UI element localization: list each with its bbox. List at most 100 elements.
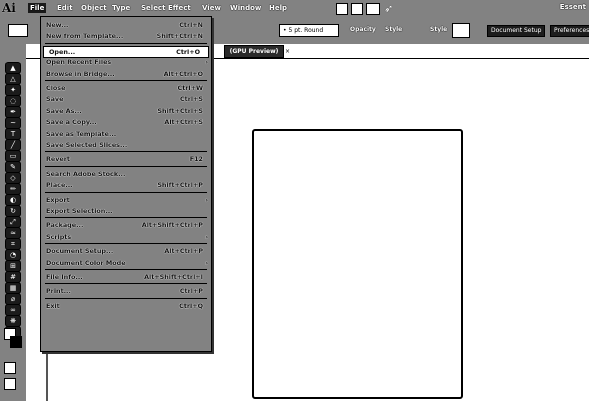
file-menu-item-open[interactable]: Open... Ctrl+O: [43, 45, 209, 58]
opacity-label[interactable]: Opacity: [350, 25, 376, 35]
menu-separator: [45, 297, 207, 299]
menu-separator: [45, 191, 207, 193]
menu-item-shortcut: Alt+Ctrl+O: [163, 69, 203, 78]
stroke-swatch[interactable]: [10, 336, 22, 348]
file-menu-item-file-info[interactable]: File Info... Alt+Shift+Ctrl+I: [41, 272, 211, 282]
menu-item-shortcut: Ctrl+O: [176, 47, 200, 56]
file-menu-item-scripts[interactable]: Scripts ›: [41, 232, 211, 242]
menu-item-shortcut: Alt+Ctrl+P: [164, 247, 203, 256]
file-menu-item-export-selection[interactable]: Export Selection...: [41, 206, 211, 216]
menu-item-label: Document Color Mode: [46, 258, 126, 267]
bridge-icon[interactable]: [336, 3, 348, 15]
menu-item-shortcut: Alt+Shift+Ctrl+I: [144, 273, 203, 281]
file-menu-item-save-selected-slices[interactable]: Save Selected Slices...: [41, 140, 211, 150]
menu-item-shortcut: Ctrl+S: [179, 95, 203, 104]
menu-effect[interactable]: Effect: [166, 3, 193, 13]
menu-item-label: Close: [46, 84, 66, 92]
selection-indicator[interactable]: [8, 24, 28, 37]
submenu-arrow-icon: ›: [205, 232, 208, 241]
menu-item-label: File Info...: [46, 273, 83, 281]
menu-item-label: Print...: [46, 287, 71, 296]
file-menu-item-browse-in-bridge[interactable]: Browse in Bridge... Alt+Ctrl+O: [41, 69, 211, 79]
menu-item-shortcut: Shift+Ctrl+N: [156, 32, 203, 41]
drawing-mode-icon[interactable]: [4, 362, 16, 374]
artboard[interactable]: [252, 129, 463, 399]
recolor-artwork-button[interactable]: [452, 23, 470, 38]
menu-separator: [45, 269, 207, 270]
menu-item-label: Save as Template...: [46, 129, 117, 138]
menu-item-shortcut: Alt+Shift+Ctrl+P: [141, 221, 203, 230]
menu-item-shortcut: Alt+Ctrl+S: [164, 118, 203, 127]
document-tab[interactable]: (GPU Preview): [224, 45, 284, 58]
menu-file[interactable]: File: [28, 3, 47, 13]
menu-item-label: Revert: [46, 155, 70, 164]
submenu-arrow-icon: ›: [205, 258, 208, 267]
stroke-profile-select[interactable]: • 5 pt. Round: [279, 24, 339, 37]
file-menu-item-document-color-mode[interactable]: Document Color Mode ›: [41, 258, 211, 268]
menu-item-label: Browse in Bridge...: [46, 69, 115, 78]
file-menu-item-save-as[interactable]: Save As... Shift+Ctrl+S: [41, 106, 211, 116]
file-menu-item-new[interactable]: New... Ctrl+N: [41, 20, 211, 30]
file-menu-item-new-from-template[interactable]: New from Template... Shift+Ctrl+N: [41, 31, 211, 41]
menu-item-label: New from Template...: [46, 32, 124, 41]
menu-item-label: Export: [46, 195, 70, 204]
menu-item-shortcut: Shift+Ctrl+S: [157, 106, 203, 115]
menu-item-label: Export Selection...: [46, 207, 113, 215]
file-menu-item-document-setup[interactable]: Document Setup... Alt+Ctrl+P: [41, 246, 211, 256]
menu-item-shortcut: Ctrl+N: [179, 21, 203, 29]
menu-type[interactable]: Type: [110, 3, 132, 13]
close-icon[interactable]: ×: [285, 48, 290, 55]
menu-item-shortcut: Ctrl+P: [179, 287, 203, 296]
menu-item-label: Package...: [46, 221, 84, 230]
menu-item-label: Save As...: [46, 106, 82, 115]
user-name[interactable]: Essent: [560, 3, 586, 11]
menu-item-label: Search Adobe Stock...: [46, 169, 126, 178]
menu-bar: Ai File Edit Object Type Select Effect View Win…: [0, 0, 589, 17]
file-menu-item-save-as-template[interactable]: Save as Template...: [41, 129, 211, 139]
menu-help[interactable]: Help: [267, 3, 289, 13]
file-menu-item-package[interactable]: Package... Alt+Shift+Ctrl+P: [41, 220, 211, 230]
menu-separator: [45, 151, 207, 153]
document-setup-button[interactable]: Document Setup: [487, 25, 546, 37]
file-menu-item-revert[interactable]: Revert F12: [41, 154, 211, 164]
arrange-icon[interactable]: [366, 3, 380, 15]
menu-window[interactable]: Window: [228, 3, 263, 13]
menu-item-shortcut: F12: [189, 155, 203, 164]
screen-mode-icon[interactable]: [4, 378, 16, 390]
menu-separator: [45, 243, 207, 245]
menu-item-shortcut: Ctrl+W: [177, 84, 204, 92]
menu-object[interactable]: Object: [79, 3, 109, 13]
menu-edit[interactable]: Edit: [55, 3, 75, 13]
menu-item-label: Open...: [49, 47, 76, 56]
menu-item-label: Save: [46, 95, 64, 104]
menu-view[interactable]: View: [200, 3, 223, 13]
file-menu-item-export[interactable]: Export ›: [41, 195, 211, 205]
menu-item-label: Save Selected Slices...: [46, 141, 128, 149]
submenu-arrow-icon: ›: [205, 58, 208, 67]
brush-dot-icon: •: [283, 27, 287, 34]
file-menu-item-save[interactable]: Save Ctrl+S: [41, 94, 211, 104]
menu-item-label: Scripts: [46, 232, 72, 241]
menu-item-shortcut: Shift+Ctrl+P: [157, 181, 203, 190]
tools-panel: ▲△✦◌✒~T╱▭✎◇✏◐↻⤢≈⌗◔⊞#▦⌀∞❋▥: [0, 44, 26, 401]
file-menu-item-save-a-copy[interactable]: Save a Copy... Alt+Ctrl+S: [41, 117, 211, 127]
style-label-2[interactable]: Style: [430, 25, 447, 35]
file-menu-item-print[interactable]: Print... Ctrl+P: [41, 286, 211, 296]
menu-item-label: Document Setup...: [46, 247, 114, 256]
stroke-profile-value: 5 pt. Round: [288, 27, 324, 34]
menu-separator: [45, 217, 207, 219]
file-menu-item-close[interactable]: Close Ctrl+W: [41, 83, 211, 93]
menu-item-label: Save a Copy...: [46, 118, 97, 127]
file-menu-item-place[interactable]: Place... Shift+Ctrl+P: [41, 180, 211, 190]
file-menu-item-search-adobe-stock[interactable]: Search Adobe Stock...: [41, 169, 211, 179]
menu-item-label: Open Recent Files: [46, 58, 112, 67]
submenu-arrow-icon: ›: [205, 195, 208, 204]
preferences-button[interactable]: Preferences: [550, 25, 589, 37]
file-menu-item-exit[interactable]: Exit Ctrl+Q: [41, 301, 211, 311]
file-menu-dropdown: New... Ctrl+N New from Template... Shift+Ct…: [40, 16, 212, 352]
rocket-icon[interactable]: ➶: [384, 2, 393, 15]
file-menu-item-open-recent-files[interactable]: Open Recent Files ›: [41, 57, 211, 67]
style-label[interactable]: Style: [385, 25, 402, 35]
stock-icon[interactable]: [351, 3, 363, 15]
menu-select[interactable]: Select: [139, 3, 167, 13]
